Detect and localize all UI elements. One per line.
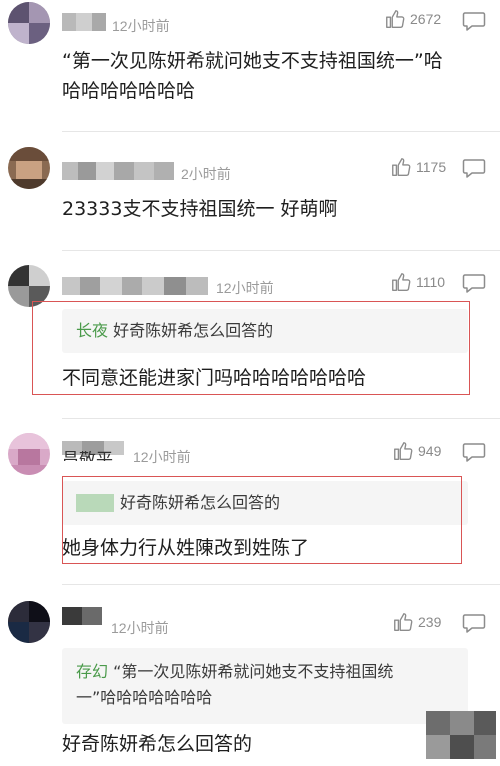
comment-text: 23333支不支持祖国统一 好萌啊 <box>62 198 338 220</box>
comment-time: 2小时前 <box>181 166 231 182</box>
avatar[interactable] <box>8 2 50 44</box>
comment-text: 不同意还能进家门吗哈哈哈哈哈哈哈 <box>62 367 367 389</box>
thumbs-up-icon <box>394 613 413 631</box>
quote-text-line: 一”哈哈哈哈哈哈哈 <box>76 688 213 707</box>
like-button[interactable]: 949 <box>392 440 441 462</box>
quote-line: 长夜 好奇陈妍希怎么回答的 <box>62 309 468 344</box>
comment-item: 2小时前 1175 23333支不支持祖国统一 好萌啊 <box>0 132 500 252</box>
comment-bubble-icon[interactable] <box>462 273 486 293</box>
comment-item: 12小时前 2672 “第一次见陈妍希就问她支不支持祖国统一”哈 哈哈哈哈哈哈哈 <box>0 0 500 130</box>
comment-text: 她身体力行从姓陳改到姓陈了 <box>62 537 310 559</box>
like-count: 239 <box>418 614 442 630</box>
quoted-comment[interactable]: 长夜 好奇陈妍希怎么回答的 <box>62 309 468 353</box>
like-button[interactable]: 1175 <box>390 156 446 178</box>
comment-time: 12小时前 <box>111 620 169 636</box>
like-count: 1110 <box>416 274 446 290</box>
thumbs-up-icon <box>392 158 411 176</box>
comment-time: 12小时前 <box>112 18 170 34</box>
comment-time: 12小时前 <box>216 280 274 296</box>
quote-author[interactable]: 存幻 <box>76 662 108 681</box>
comment-item: 12小时前 1110 长夜 好奇陈妍希怎么回答的 不同意还能进家门吗哈哈哈哈哈哈… <box>0 251 500 421</box>
avatar[interactable] <box>8 601 50 643</box>
like-count: 2672 <box>410 11 442 27</box>
comment-text: 好奇陈妍希怎么回答的 <box>62 733 253 755</box>
username-blurred[interactable] <box>62 162 174 180</box>
quote-text: 好奇陈妍希怎么回答的 <box>120 493 281 512</box>
quote-author-blurred[interactable] <box>76 494 114 512</box>
username-blurred[interactable] <box>62 607 102 625</box>
quote-author[interactable]: 长夜 <box>76 321 108 340</box>
like-count: 949 <box>418 443 442 459</box>
quote-text: 好奇陈妍希怎么回答的 <box>113 321 274 340</box>
blurred-watermark <box>426 711 496 759</box>
username-blurred[interactable] <box>62 13 106 31</box>
like-button[interactable]: 239 <box>392 611 441 633</box>
thumbs-up-icon <box>386 10 405 28</box>
username-fragment[interactable]: 昌敬平 <box>62 451 113 461</box>
avatar[interactable] <box>8 265 50 307</box>
comment-bubble-icon[interactable] <box>462 442 486 462</box>
comment-time: 12小时前 <box>133 449 191 465</box>
comment-item: 12小时前 239 存幻 “第一次见陈妍希就问她支不支持祖国统 一”哈哈哈哈哈哈… <box>0 585 500 766</box>
thumbs-up-icon <box>394 442 413 460</box>
comment-text: “第一次见陈妍希就问她支不支持祖国统一”哈 哈哈哈哈哈哈哈 <box>62 46 443 106</box>
comment-bubble-icon[interactable] <box>462 613 486 633</box>
quoted-comment[interactable]: 存幻 “第一次见陈妍希就问她支不支持祖国统 一”哈哈哈哈哈哈哈 <box>62 648 468 724</box>
comment-bubble-icon[interactable] <box>462 11 486 31</box>
quote-text: “第一次见陈妍希就问她支不支持祖国统 <box>113 662 394 681</box>
quote-line: 存幻 “第一次见陈妍希就问她支不支持祖国统 <box>62 648 468 685</box>
quoted-comment[interactable]: 好奇陈妍希怎么回答的 <box>62 481 468 525</box>
avatar[interactable] <box>8 147 50 189</box>
thumbs-up-icon <box>392 273 411 291</box>
comment-text-line: “第一次见陈妍希就问她支不支持祖国统一”哈 <box>62 50 443 72</box>
like-button[interactable]: 2672 <box>384 8 441 30</box>
quote-line: 好奇陈妍希怎么回答的 <box>62 481 468 516</box>
comment-bubble-icon[interactable] <box>462 158 486 178</box>
comment-text-line: 哈哈哈哈哈哈哈 <box>62 80 196 102</box>
like-button[interactable]: 1110 <box>390 271 445 293</box>
like-count: 1175 <box>416 159 447 175</box>
avatar[interactable] <box>8 433 50 475</box>
username-blurred[interactable] <box>62 277 208 295</box>
comment-item: 昌敬平 12小时前 949 好奇陈妍希怎么回答的 她身体力行从姓陳改到姓陈了 <box>0 419 500 584</box>
